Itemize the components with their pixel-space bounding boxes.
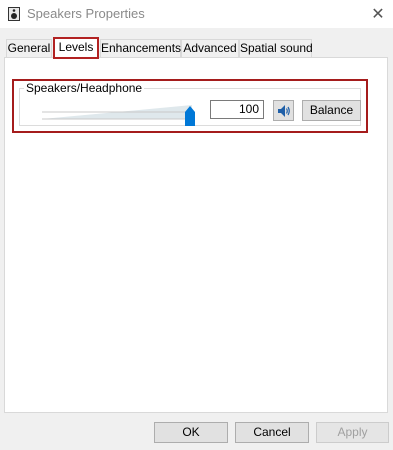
speakers-properties-window: Speakers Properties ✕ General Levels Enh… [0, 0, 393, 450]
close-icon: ✕ [371, 6, 385, 23]
window-title: Speakers Properties [27, 6, 145, 21]
volume-value-field[interactable]: 100 [210, 100, 264, 119]
tab-enhancements[interactable]: Enhancements [100, 39, 181, 57]
tab-strip: General Levels Enhancements Advanced Spa… [6, 37, 386, 59]
balance-button[interactable]: Balance [302, 100, 361, 121]
apply-button[interactable]: Apply [316, 422, 389, 443]
group-label: Speakers/Headphone [24, 81, 145, 95]
speakers-headphone-group: Speakers/Headphone 100 Balance [19, 81, 361, 126]
levels-highlight: Speakers/Headphone 100 Balance [12, 79, 368, 133]
speaker-app-icon [8, 7, 20, 21]
cancel-button[interactable]: Cancel [235, 422, 309, 443]
tab-advanced[interactable]: Advanced [181, 39, 239, 57]
tab-levels[interactable]: Levels [53, 37, 99, 59]
speaker-volume-icon [277, 104, 290, 117]
title-bar: Speakers Properties ✕ [0, 0, 393, 28]
close-button[interactable]: ✕ [363, 0, 393, 28]
tab-spatial-sound[interactable]: Spatial sound [239, 39, 313, 57]
volume-slider[interactable] [42, 100, 198, 126]
ok-button[interactable]: OK [154, 422, 228, 443]
levels-panel: Speakers/Headphone 100 Balance [4, 57, 388, 413]
mute-button[interactable] [273, 100, 294, 121]
tab-general[interactable]: General [6, 39, 52, 57]
